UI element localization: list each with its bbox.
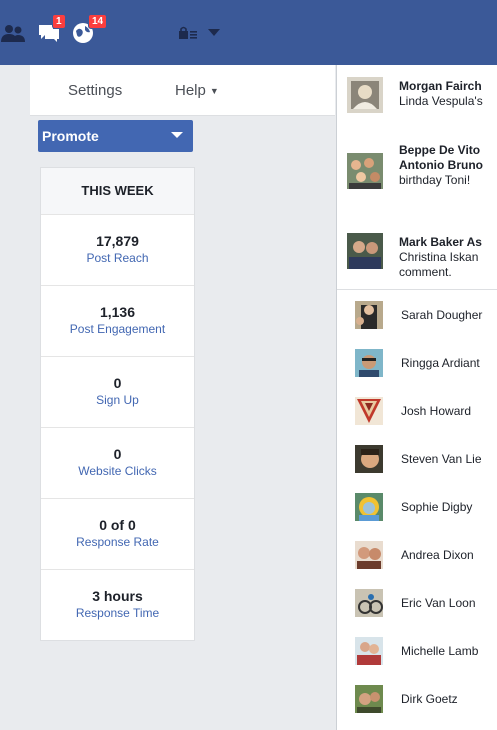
stat-label[interactable]: Post Reach: [41, 250, 194, 266]
contact-name: Ringga Ardiant: [401, 356, 480, 370]
stat-value: 0 of 0: [99, 517, 136, 533]
contact-item[interactable]: Michelle Lamb: [337, 633, 497, 671]
ticker-subtitle-2: comment.: [399, 265, 452, 279]
privacy-lock-icon[interactable]: [178, 22, 200, 44]
ticker-item[interactable]: Mark Baker As Christina Iskan comment.: [337, 225, 497, 303]
stat-value: 0: [113, 375, 122, 391]
contact-item[interactable]: Sarah Dougher: [337, 297, 497, 335]
contact-item[interactable]: Steven Van Lie: [337, 441, 497, 479]
chevron-down-icon: [171, 132, 183, 138]
messages-icon[interactable]: 1: [36, 14, 66, 44]
stat-label[interactable]: Response Time: [41, 605, 194, 621]
avatar: [355, 301, 383, 329]
stat-value: 0: [113, 446, 122, 462]
help-menu[interactable]: Help ▼: [175, 82, 219, 99]
avatar: [355, 589, 383, 617]
avatar: [355, 685, 383, 713]
contact-item[interactable]: Sophie Digby: [337, 489, 497, 527]
ticker-text: Morgan Fairch Linda Vespula's: [399, 79, 497, 109]
ticker-title-2: Antonio Bruno: [399, 158, 483, 172]
stats-heading: THIS WEEK: [41, 168, 194, 215]
divider: [337, 289, 497, 290]
stat-post-engagement[interactable]: 1,136 Post Engagement: [41, 286, 194, 357]
ticker-item[interactable]: Morgan Fairch Linda Vespula's: [337, 73, 497, 123]
promote-button[interactable]: Promote: [38, 120, 193, 152]
avatar: [355, 637, 383, 665]
ticker-thumbnail: [347, 77, 383, 113]
contact-item[interactable]: Eric Van Loon: [337, 585, 497, 623]
stat-value: 17,879: [96, 233, 139, 249]
stat-website-clicks[interactable]: 0 Website Clicks: [41, 428, 194, 499]
ticker-subtitle: birthday Toni!: [399, 173, 471, 187]
ticker-thumbnail: [347, 233, 383, 269]
avatar: [355, 493, 383, 521]
avatar: [355, 397, 383, 425]
stat-label[interactable]: Sign Up: [41, 392, 194, 408]
promote-label: Promote: [42, 128, 99, 144]
ticker-text: Mark Baker As Christina Iskan comment.: [399, 235, 497, 280]
stat-value: 3 hours: [92, 588, 143, 604]
chevron-down-icon: ▼: [209, 86, 219, 97]
contact-item[interactable]: Andrea Dixon: [337, 537, 497, 575]
stat-value: 1,136: [99, 304, 136, 320]
contact-name: Steven Van Lie: [401, 452, 482, 466]
left-gutter: [0, 65, 30, 730]
contact-name: Sophie Digby: [401, 500, 473, 514]
weekly-stats-panel: THIS WEEK 17,879 Post Reach 1,136 Post E…: [40, 167, 195, 641]
contact-name: Eric Van Loon: [401, 596, 476, 610]
ticker-subtitle: Christina Iskan: [399, 250, 479, 264]
ticker-subtitle: Linda Vespula's: [399, 94, 483, 108]
contact-name: Josh Howard: [401, 404, 472, 418]
ticker-text: Beppe De Vito Antonio Bruno birthday Ton…: [399, 143, 497, 188]
contact-item[interactable]: Josh Howard: [337, 393, 497, 431]
notifications-icon[interactable]: 14: [70, 14, 108, 44]
contact-item[interactable]: Ringga Ardiant: [337, 345, 497, 383]
messages-badge: 1: [52, 14, 66, 29]
stat-label[interactable]: Post Engagement: [41, 321, 194, 337]
notifications-badge: 14: [88, 14, 108, 29]
ticker-title: Mark Baker As: [399, 235, 482, 249]
stat-sign-up[interactable]: 0 Sign Up: [41, 357, 194, 428]
stat-response-time[interactable]: 3 hours Response Time: [41, 570, 194, 640]
ticker-thumbnail: [347, 153, 383, 189]
top-navigation-bar: 1 14: [0, 0, 497, 65]
ticker-item[interactable]: Beppe De Vito Antonio Bruno birthday Ton…: [337, 137, 497, 215]
chevron-down-icon[interactable]: [207, 22, 221, 44]
right-sidebar: Morgan Fairch Linda Vespula's Beppe De V…: [336, 65, 497, 730]
page-menu-row: Settings Help ▼: [30, 65, 335, 116]
stat-post-reach[interactable]: 17,879 Post Reach: [41, 215, 194, 286]
avatar: [355, 541, 383, 569]
avatar: [355, 445, 383, 473]
avatar: [355, 349, 383, 377]
contact-name: Andrea Dixon: [401, 548, 474, 562]
contact-item[interactable]: Dirk Goetz: [337, 681, 497, 719]
contact-name: Dirk Goetz: [401, 692, 458, 706]
stat-label[interactable]: Website Clicks: [41, 463, 194, 479]
ticker-title: Beppe De Vito: [399, 143, 481, 157]
contact-name: Sarah Dougher: [401, 308, 483, 322]
stat-response-rate[interactable]: 0 of 0 Response Rate: [41, 499, 194, 570]
stat-label[interactable]: Response Rate: [41, 534, 194, 550]
settings-link[interactable]: Settings: [68, 82, 122, 99]
contact-name: Michelle Lamb: [401, 644, 479, 658]
help-label: Help: [175, 82, 206, 99]
friends-icon[interactable]: [0, 22, 26, 44]
ticker-title: Morgan Fairch: [399, 79, 482, 93]
